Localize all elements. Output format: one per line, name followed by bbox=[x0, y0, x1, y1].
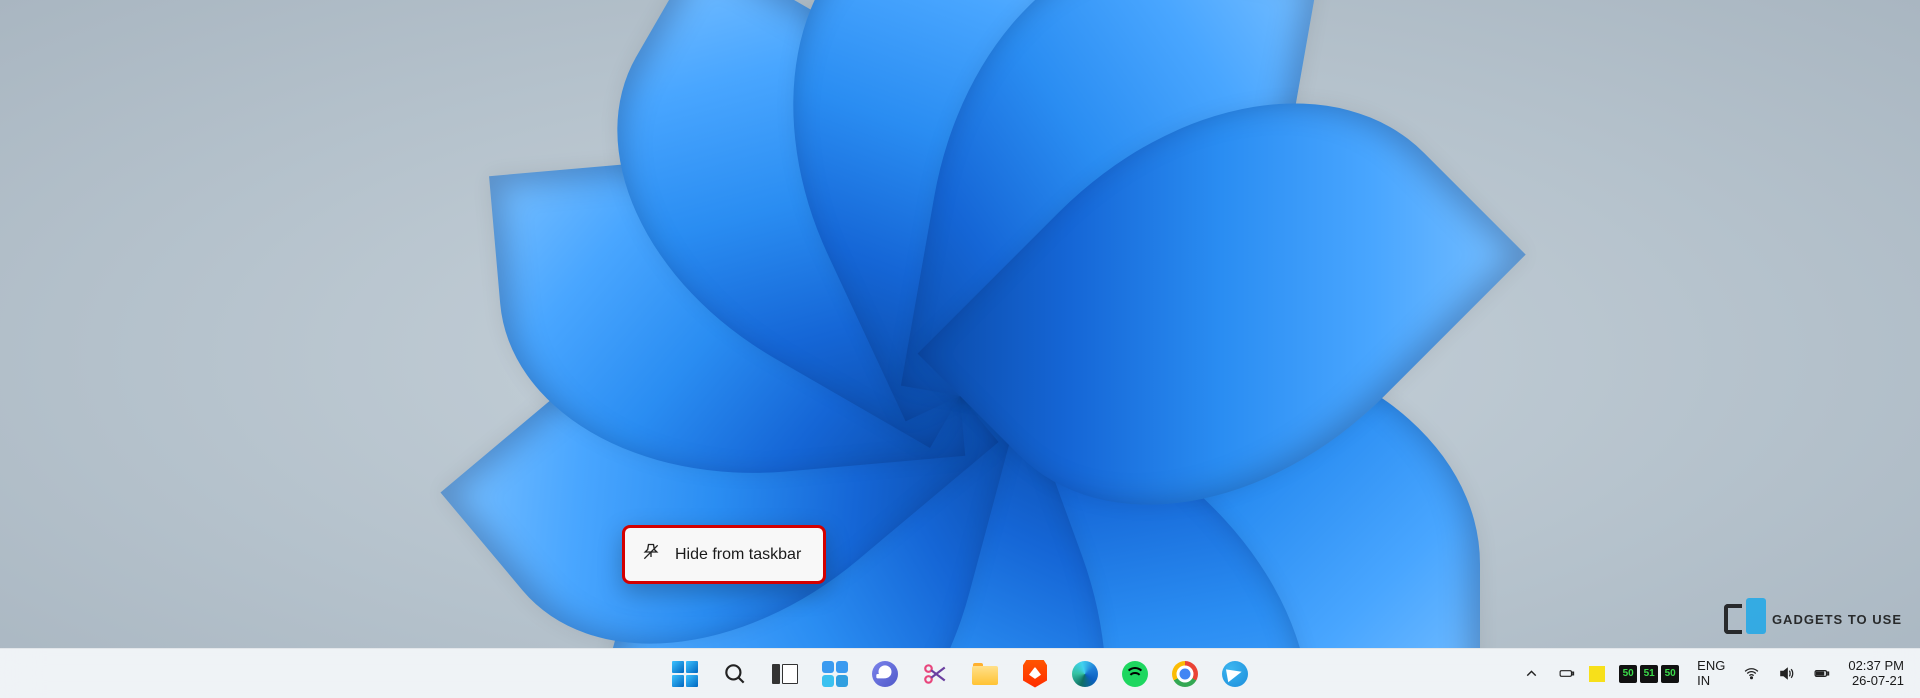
taskbar-center bbox=[664, 653, 1256, 695]
edge-button[interactable] bbox=[1064, 653, 1106, 695]
watermark: GADGETS TO USE bbox=[1724, 598, 1902, 640]
tray-wifi-button[interactable] bbox=[1737, 653, 1766, 695]
file-explorer-button[interactable] bbox=[964, 653, 1006, 695]
tray-clock[interactable]: 02:37 PM 26-07-21 bbox=[1842, 653, 1910, 695]
edge-icon bbox=[1072, 661, 1098, 687]
menu-item-hide-from-taskbar[interactable]: Hide from taskbar bbox=[631, 534, 817, 575]
tray-temperatures[interactable]: 50 51 50 bbox=[1613, 653, 1685, 695]
wifi-icon bbox=[1743, 665, 1760, 682]
search-button[interactable] bbox=[714, 653, 756, 695]
watermark-logo-icon bbox=[1724, 598, 1766, 640]
tray-power-button[interactable] bbox=[1807, 653, 1836, 695]
snipping-tool-button[interactable] bbox=[914, 653, 956, 695]
temp-reading: 50 bbox=[1661, 665, 1679, 683]
chrome-button[interactable] bbox=[1164, 653, 1206, 695]
folder-icon bbox=[972, 663, 998, 685]
desktop-wallpaper[interactable] bbox=[0, 0, 1920, 648]
battery-icon bbox=[1558, 665, 1575, 682]
language-bottom: IN bbox=[1697, 674, 1725, 688]
task-view-icon bbox=[772, 664, 798, 684]
brave-icon bbox=[1023, 660, 1047, 688]
telegram-icon bbox=[1222, 661, 1248, 687]
search-icon bbox=[722, 661, 748, 687]
chat-icon bbox=[872, 661, 898, 687]
tray-overflow-button[interactable] bbox=[1517, 653, 1546, 695]
windows-logo-icon bbox=[672, 661, 698, 687]
language-top: ENG bbox=[1697, 659, 1725, 673]
language-indicator[interactable]: ENG IN bbox=[1691, 653, 1731, 695]
spotify-icon bbox=[1122, 661, 1148, 687]
chat-button[interactable] bbox=[864, 653, 906, 695]
color-square-icon bbox=[1589, 666, 1605, 682]
spotify-button[interactable] bbox=[1114, 653, 1156, 695]
telegram-button[interactable] bbox=[1214, 653, 1256, 695]
task-view-button[interactable] bbox=[764, 653, 806, 695]
tray-volume-button[interactable] bbox=[1772, 653, 1801, 695]
widgets-icon bbox=[822, 661, 848, 687]
battery-status-icon bbox=[1813, 665, 1830, 682]
watermark-text: GADGETS TO USE bbox=[1772, 612, 1902, 627]
taskbar: 50 51 50 ENG IN 02: bbox=[0, 648, 1920, 698]
chevron-up-icon bbox=[1523, 665, 1540, 682]
temp-reading: 51 bbox=[1640, 665, 1658, 683]
chrome-icon bbox=[1172, 661, 1198, 687]
tray-battery-icon[interactable] bbox=[1552, 653, 1581, 695]
widgets-button[interactable] bbox=[814, 653, 856, 695]
scissors-icon bbox=[922, 661, 948, 687]
unpin-icon bbox=[641, 542, 661, 567]
speaker-icon bbox=[1778, 665, 1795, 682]
taskbar-context-menu: Hide from taskbar bbox=[622, 525, 826, 584]
clock-time: 02:37 PM bbox=[1848, 659, 1904, 673]
clock-date: 26-07-21 bbox=[1848, 674, 1904, 688]
menu-item-label: Hide from taskbar bbox=[675, 546, 801, 564]
tray-color-indicator[interactable] bbox=[1587, 653, 1607, 695]
brave-button[interactable] bbox=[1014, 653, 1056, 695]
system-tray: 50 51 50 ENG IN 02: bbox=[1517, 649, 1910, 698]
start-button[interactable] bbox=[664, 653, 706, 695]
temp-reading: 50 bbox=[1619, 665, 1637, 683]
